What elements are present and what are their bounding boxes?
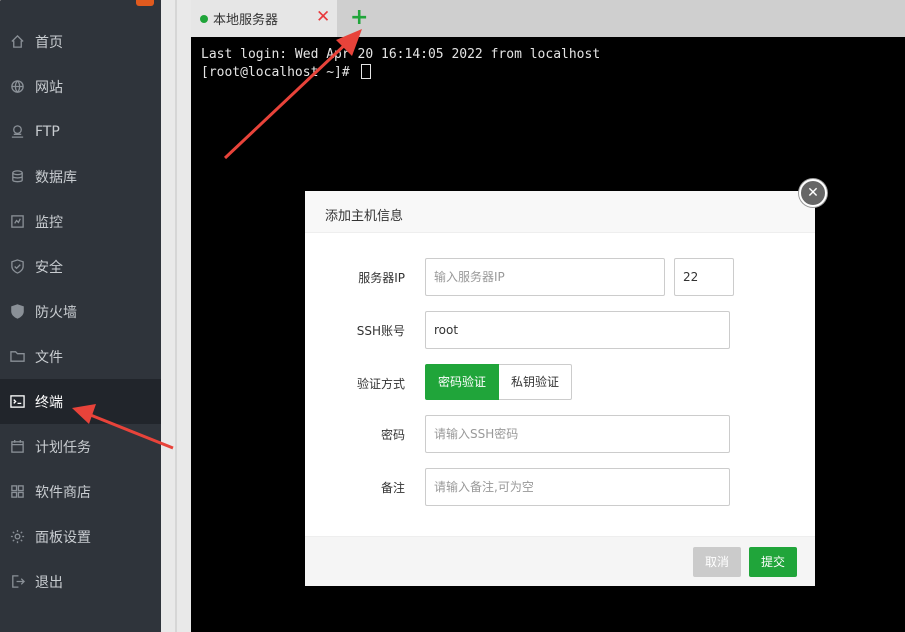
terminal-icon <box>9 394 25 410</box>
port-input[interactable]: 22 <box>674 258 734 296</box>
sidebar-item-firewall[interactable]: 防火墙 <box>0 289 161 334</box>
firewall-icon <box>9 304 25 320</box>
monitor-icon <box>9 214 25 230</box>
dialog-title: 添加主机信息 <box>305 191 815 233</box>
sidebar-item-cron[interactable]: 计划任务 <box>0 424 161 469</box>
sidebar-item-label: 软件商店 <box>35 484 91 501</box>
sidebar-item-security[interactable]: 安全 <box>0 244 161 289</box>
ssh-account-input[interactable]: root <box>425 311 730 349</box>
sidebar-item-label: 防火墙 <box>35 304 77 321</box>
sidebar-item-label: 终端 <box>35 394 63 411</box>
auth-method-label: 验证方式 <box>356 377 405 391</box>
sidebar-item-label: 首页 <box>35 34 63 51</box>
sidebar-item-monitor[interactable]: 监控 <box>0 199 161 244</box>
terminal-cursor <box>360 64 371 79</box>
gutter <box>161 0 191 632</box>
tab-bar: 本地服务器 ✕ + <box>191 0 905 37</box>
dialog-footer: 取消 提交 <box>305 536 815 586</box>
logo-mark-icon <box>0 0 10 6</box>
status-dot-icon <box>200 14 208 23</box>
submit-button[interactable]: 提交 <box>749 547 798 577</box>
sidebar-item-label: 网站 <box>35 79 63 96</box>
remark-input[interactable]: 请输入备注,可为空 <box>425 468 730 506</box>
cancel-button[interactable]: 取消 <box>693 547 742 577</box>
sidebar-item-label: FTP <box>35 123 60 140</box>
sidebar-item-terminal[interactable]: 终端 <box>0 379 161 424</box>
divider <box>175 0 177 632</box>
close-tab-icon[interactable]: ✕ <box>316 9 330 26</box>
tab-title: 本地服务器 <box>213 13 279 28</box>
sidebar-item-label: 数据库 <box>35 169 77 186</box>
remark-label: 备注 <box>380 481 405 495</box>
server-ip-label: 服务器IP <box>358 271 405 285</box>
terminal-prompt-line: [root@localhost ~]# <box>201 64 895 82</box>
sidebar-item-panel-settings[interactable]: 面板设置 <box>0 514 161 559</box>
database-icon <box>9 169 25 185</box>
terminal-prompt: [root@localhost ~]# <box>201 65 358 80</box>
sidebar-item-label: 退出 <box>35 574 63 591</box>
globe-icon <box>9 79 25 95</box>
apps-icon <box>9 484 25 500</box>
shield-icon <box>9 259 25 275</box>
server-ip-row: 服务器IP 输入服务器IP 22 <box>305 258 815 296</box>
password-input[interactable]: 请输入SSH密码 <box>425 415 730 453</box>
terminal-line: Last login: Wed Apr 20 16:14:05 2022 fro… <box>201 47 601 62</box>
close-dialog-icon[interactable]: ✕ <box>799 179 827 207</box>
remark-row: 备注 请输入备注,可为空 <box>305 468 815 506</box>
ssh-account-row: SSH账号 root <box>305 311 815 349</box>
key-auth-button[interactable]: 私钥验证 <box>499 364 573 400</box>
sidebar-item-logout[interactable]: 退出 <box>0 559 161 604</box>
password-auth-button[interactable]: 密码验证 <box>425 364 500 400</box>
folder-icon <box>9 349 25 365</box>
sidebar-item-files[interactable]: 文件 <box>0 334 161 379</box>
sidebar-item-label: 监控 <box>35 214 63 231</box>
gear-icon <box>9 529 25 545</box>
sidebar-item-label: 文件 <box>35 349 63 366</box>
home-icon <box>9 34 25 50</box>
password-label: 密码 <box>380 428 405 442</box>
add-tab-button[interactable]: + <box>350 6 368 30</box>
calendar-icon <box>9 439 25 455</box>
sidebar-item-ftp[interactable]: FTP <box>0 109 161 154</box>
server-ip-input[interactable]: 输入服务器IP <box>425 258 665 296</box>
sidebar-item-home[interactable]: 首页 <box>0 19 161 64</box>
auth-method-row: 验证方式 密码验证 私钥验证 <box>305 364 815 402</box>
sidebar-item-websites[interactable]: 网站 <box>0 64 161 109</box>
sidebar-item-app-store[interactable]: 软件商店 <box>0 469 161 514</box>
add-host-dialog: 添加主机信息 服务器IP 输入服务器IP 22 SSH账号 root 验证方式 … <box>305 191 815 586</box>
sidebar: 首页 网站 FTP 数据库 监控 安全 防火墙 文件 终端 计划任务 软件商店 … <box>0 0 161 632</box>
ssh-account-label: SSH账号 <box>356 324 405 338</box>
logout-icon <box>9 574 25 590</box>
sidebar-item-label: 计划任务 <box>35 439 91 456</box>
sidebar-item-database[interactable]: 数据库 <box>0 154 161 199</box>
ftp-icon <box>9 124 25 140</box>
auth-method-toggle: 密码验证 私钥验证 <box>425 364 573 400</box>
tab-local-server[interactable]: 本地服务器 ✕ <box>191 0 337 37</box>
sidebar-item-label: 面板设置 <box>35 529 91 546</box>
sidebar-item-label: 安全 <box>35 259 63 276</box>
notification-badge[interactable] <box>136 0 154 6</box>
password-row: 密码 请输入SSH密码 <box>305 415 815 453</box>
